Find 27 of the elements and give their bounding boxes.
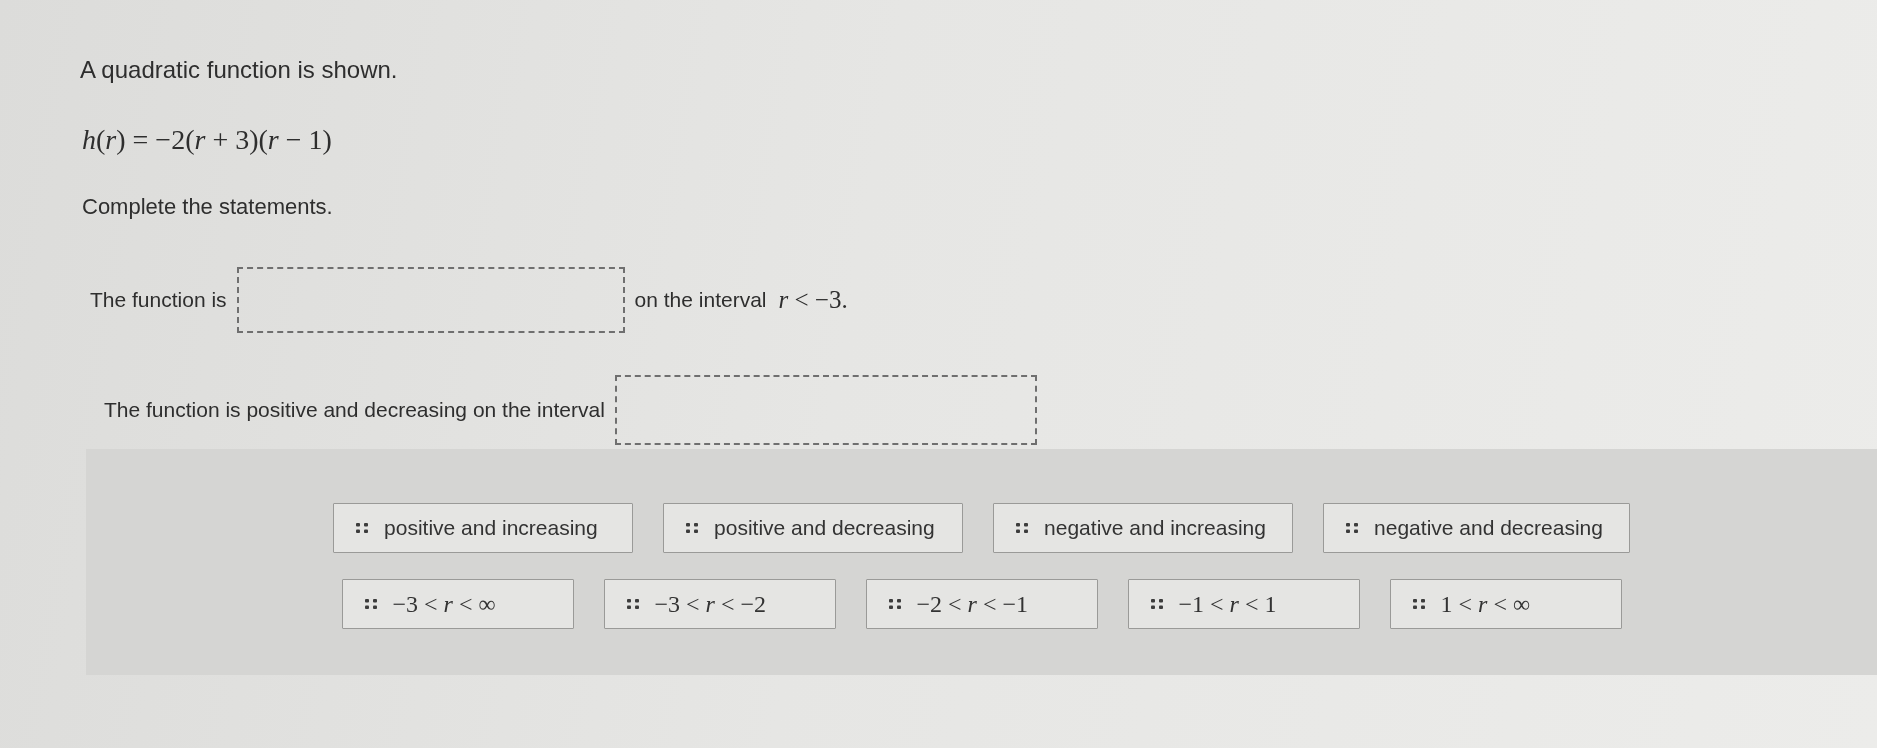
drag-handle-icon xyxy=(888,599,901,609)
drag-handle-icon xyxy=(1346,523,1359,533)
answer-tile[interactable]: negative and increasing xyxy=(993,503,1294,553)
answer-tile[interactable]: 1 < r < ∞ xyxy=(1389,579,1622,629)
statement-text: on the interval xyxy=(634,287,767,313)
statement-text: The function is positive and decreasing on the interval xyxy=(104,397,605,423)
drag-handle-icon xyxy=(1016,523,1029,533)
intro-text: A quadratic function is shown. xyxy=(80,56,398,84)
drag-handle-icon xyxy=(1150,599,1163,609)
answer-tile[interactable]: −2 < r < −1 xyxy=(865,579,1098,629)
statement-text: The function is xyxy=(90,287,227,313)
drag-handle-icon xyxy=(364,599,377,609)
math-expression: r < −3. xyxy=(778,286,848,314)
drag-handle-icon xyxy=(686,523,699,533)
function-equation: h(r) = −2(r + 3)(r − 1) xyxy=(82,125,332,155)
instruction-text: Complete the statements. xyxy=(82,193,333,221)
answer-box[interactable] xyxy=(236,267,625,333)
answer-tile[interactable]: positive and decreasing xyxy=(663,503,964,553)
drag-handle-icon xyxy=(356,523,369,533)
answer-tile[interactable]: −3 < r < −2 xyxy=(603,579,836,629)
answer-box[interactable] xyxy=(614,375,1037,445)
answer-tile[interactable]: positive and increasing xyxy=(333,503,634,553)
drag-handle-icon xyxy=(1412,599,1425,609)
answer-tile[interactable]: −1 < r < 1 xyxy=(1127,579,1360,629)
answer-tile[interactable]: negative and decreasing xyxy=(1323,503,1630,553)
drag-handle-icon xyxy=(626,599,639,609)
answer-tile[interactable]: −3 < r < ∞ xyxy=(341,579,574,629)
